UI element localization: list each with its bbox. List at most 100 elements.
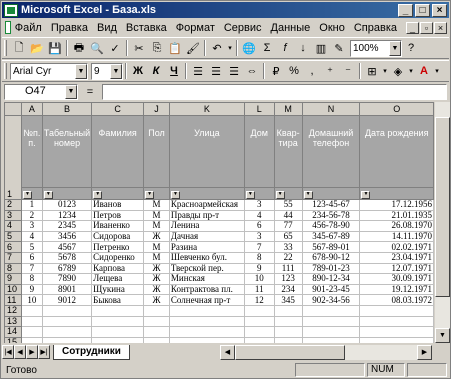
autofilter-arrow-icon[interactable]: ▼ xyxy=(43,191,53,199)
chevron-down-icon[interactable]: ▼ xyxy=(389,40,401,56)
cell[interactable] xyxy=(91,304,145,317)
cell[interactable] xyxy=(359,304,434,317)
decrease-decimal-icon[interactable]: ⁻ xyxy=(339,62,357,80)
borders-icon[interactable]: ⊞ xyxy=(363,62,381,80)
cell[interactable]: 33 xyxy=(273,241,303,253)
cell[interactable]: Контрактова пл. xyxy=(168,283,245,296)
cut-icon[interactable]: ✂ xyxy=(130,39,148,57)
thousands-icon[interactable]: , xyxy=(303,62,321,80)
autofilter-arrow-icon[interactable]: ▼ xyxy=(22,191,32,199)
menu-tools[interactable]: Сервис xyxy=(224,22,262,34)
cell[interactable]: 22 xyxy=(273,251,303,264)
cell[interactable]: 4567 xyxy=(41,241,93,253)
row-header[interactable]: 9 xyxy=(4,273,22,285)
cell[interactable]: Красноармейская xyxy=(168,199,245,211)
cell[interactable]: 77 xyxy=(273,220,303,232)
cell[interactable]: Лещева xyxy=(91,273,145,285)
cell[interactable]: 3 xyxy=(243,199,275,211)
scroll-right-icon[interactable]: ▶ xyxy=(417,344,432,360)
cell[interactable]: 12.07.1971 xyxy=(359,262,434,275)
column-header[interactable]: K xyxy=(168,102,245,116)
cell[interactable]: 6789 xyxy=(41,262,93,275)
chevron-down-icon[interactable]: ▾ xyxy=(407,62,415,80)
horizontal-scroll-thumb[interactable] xyxy=(234,344,345,360)
cell[interactable]: 1 xyxy=(20,199,43,211)
cell[interactable] xyxy=(20,336,43,343)
cell[interactable] xyxy=(168,326,245,338)
cell[interactable]: Петров xyxy=(91,209,145,222)
font-color-icon[interactable]: A xyxy=(415,62,433,80)
cell[interactable]: М xyxy=(143,241,170,253)
cell[interactable] xyxy=(359,315,434,328)
field-header[interactable]: Фамилия xyxy=(91,115,145,188)
cell[interactable] xyxy=(143,336,170,343)
minimize-button[interactable]: _ xyxy=(398,3,413,17)
cell[interactable] xyxy=(41,326,93,338)
function-icon[interactable]: f xyxy=(276,39,294,57)
fill-color-icon[interactable]: ◈ xyxy=(389,62,407,80)
chevron-down-icon[interactable]: ▼ xyxy=(65,85,77,99)
cell[interactable]: 4 xyxy=(20,230,43,243)
currency-icon[interactable]: ₽ xyxy=(267,62,285,80)
format-painter-icon[interactable]: 🖌 xyxy=(184,39,202,57)
row-header[interactable]: 5 xyxy=(4,230,22,243)
doc-close-button[interactable]: × xyxy=(434,21,447,34)
cell[interactable]: 55 xyxy=(273,199,303,211)
cell[interactable]: 5678 xyxy=(41,251,93,264)
cell[interactable] xyxy=(301,326,361,338)
copy-icon[interactable]: ⎘ xyxy=(148,39,166,57)
sort-asc-icon[interactable]: ↓ xyxy=(294,39,312,57)
toolbar-grip[interactable] xyxy=(4,40,7,56)
field-header[interactable]: Дата рождения xyxy=(359,115,434,188)
chart-wizard-icon[interactable]: ▥ xyxy=(312,39,330,57)
cell[interactable]: 44 xyxy=(273,209,303,222)
toolbar-grip[interactable] xyxy=(4,63,7,79)
scroll-down-icon[interactable]: ▼ xyxy=(435,328,450,343)
cell[interactable]: 65 xyxy=(273,230,303,243)
cell[interactable] xyxy=(41,304,93,317)
cell[interactable] xyxy=(168,304,245,317)
cell[interactable] xyxy=(359,326,434,338)
zoom-select[interactable]: 100% ▼ xyxy=(350,39,402,57)
cell[interactable] xyxy=(243,315,275,328)
cell[interactable]: 3456 xyxy=(41,230,93,243)
cell[interactable]: 14.11.1970 xyxy=(359,230,434,243)
field-header[interactable]: №п. п. xyxy=(20,115,43,188)
row-header[interactable]: 3 xyxy=(4,209,22,222)
cell[interactable] xyxy=(243,336,275,343)
undo-icon[interactable]: ↶ xyxy=(208,39,226,57)
cell[interactable]: 567-89-01 xyxy=(301,241,361,253)
cell[interactable]: 345-67-89 xyxy=(301,230,361,243)
cell[interactable]: 123-45-67 xyxy=(301,199,361,211)
cell[interactable]: М xyxy=(143,251,170,264)
row-header[interactable]: 6 xyxy=(4,241,22,253)
chevron-down-icon[interactable]: ▾ xyxy=(433,62,441,80)
menu-edit[interactable]: Правка xyxy=(51,22,88,34)
cell[interactable]: Солнечная пр-т xyxy=(168,294,245,306)
row-header[interactable]: 12 xyxy=(4,304,22,317)
formula-input[interactable] xyxy=(102,84,447,100)
cell[interactable]: 19.12.1971 xyxy=(359,283,434,296)
menu-view[interactable]: Вид xyxy=(97,22,117,34)
cell[interactable]: Быкова xyxy=(91,294,145,306)
cell[interactable] xyxy=(143,315,170,328)
cell[interactable]: Тверской пер. xyxy=(168,262,245,275)
cell[interactable]: Дачная xyxy=(168,230,245,243)
cell[interactable]: 8 xyxy=(20,273,43,285)
cell[interactable] xyxy=(20,326,43,338)
cell[interactable] xyxy=(359,336,434,343)
first-sheet-icon[interactable]: |◀ xyxy=(2,345,14,359)
cell[interactable]: М xyxy=(143,209,170,222)
merge-center-icon[interactable]: ⇔ xyxy=(243,62,261,80)
cell[interactable]: 23.04.1971 xyxy=(359,251,434,264)
cell[interactable]: Ж xyxy=(143,230,170,243)
font-size-select[interactable]: 9 ▼ xyxy=(91,62,123,80)
row-header[interactable]: 14 xyxy=(4,326,22,338)
new-icon[interactable]: 🗋 xyxy=(10,39,28,57)
column-header[interactable]: M xyxy=(273,102,303,116)
menu-help[interactable]: Справка xyxy=(354,22,397,34)
menu-insert[interactable]: Вставка xyxy=(126,22,167,34)
column-header[interactable]: B xyxy=(41,102,93,116)
autofilter-arrow-icon[interactable]: ▼ xyxy=(303,191,313,199)
last-sheet-icon[interactable]: ▶| xyxy=(38,345,50,359)
